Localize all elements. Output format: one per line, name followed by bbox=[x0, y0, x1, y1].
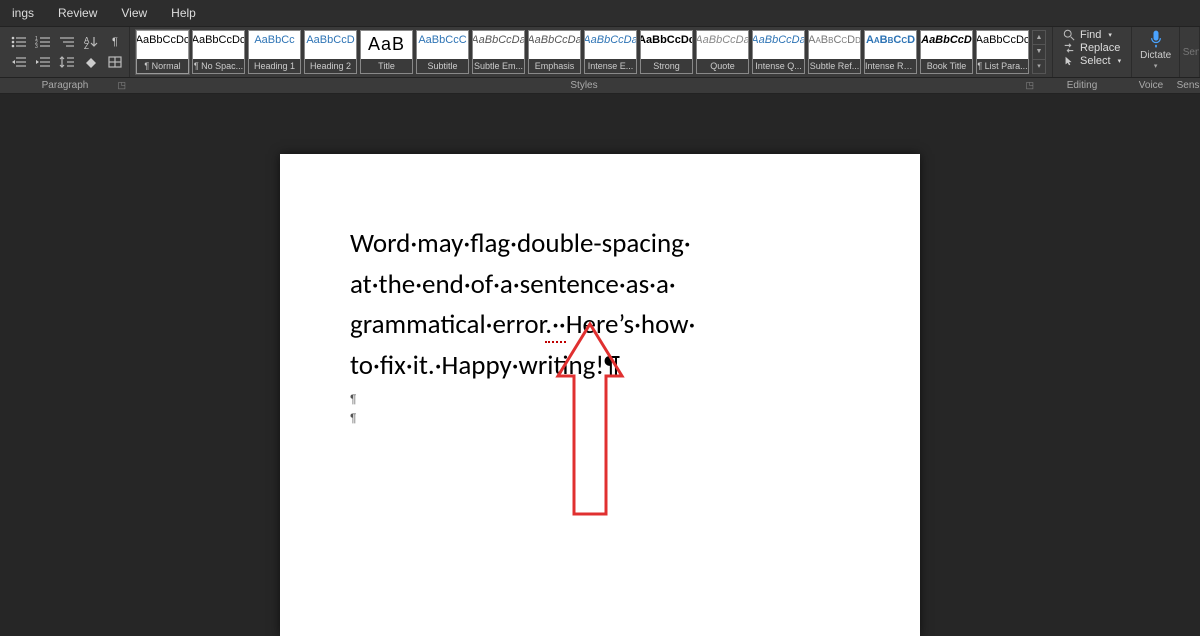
style-tile-heading-1[interactable]: AaBbCcHeading 1 bbox=[248, 30, 301, 74]
replace-button[interactable]: Replace bbox=[1061, 42, 1123, 54]
svg-text:Z: Z bbox=[84, 42, 89, 49]
grammar-error-underline[interactable]: .·· bbox=[545, 308, 565, 343]
menu-bar: ings Review View Help bbox=[0, 0, 1200, 26]
styles-dialog-launcher[interactable]: ◳ bbox=[1025, 80, 1034, 91]
empty-paragraph-mark-2[interactable]: ¶ bbox=[350, 409, 860, 428]
shading-button[interactable] bbox=[82, 54, 100, 70]
style-tile-subtitle[interactable]: AaBbCcCSubtitle bbox=[416, 30, 469, 74]
sort-button[interactable]: AZ bbox=[82, 34, 100, 50]
gallery-up-icon[interactable]: ▲ bbox=[1033, 31, 1045, 45]
menu-item-mailings[interactable]: ings bbox=[0, 2, 46, 24]
style-tile-intense-e-[interactable]: AaBbCcDaIntense E... bbox=[584, 30, 637, 74]
voice-group-label: Voice bbox=[1139, 80, 1163, 91]
style-tile-book-title[interactable]: AaBbCcDBook Title bbox=[920, 30, 973, 74]
style-tile-subtle-em-[interactable]: AaBbCcDaSubtle Em... bbox=[472, 30, 525, 74]
group-editing: Find▾ Replace Select▾ bbox=[1053, 27, 1132, 77]
empty-paragraph-mark[interactable]: ¶ bbox=[350, 390, 860, 409]
decrease-indent-button[interactable] bbox=[10, 54, 28, 70]
document-page[interactable]: Word·may·flag·double-spacing· at·the·end… bbox=[280, 154, 920, 636]
microphone-icon bbox=[1146, 29, 1166, 49]
style-tile--no-spac-[interactable]: AaBbCcDc¶ No Spac... bbox=[192, 30, 245, 74]
svg-text:3: 3 bbox=[35, 44, 38, 49]
cursor-icon bbox=[1063, 55, 1075, 67]
group-voice: Dictate ▾ bbox=[1132, 27, 1180, 77]
style-tile--normal[interactable]: AaBbCcDc¶ Normal bbox=[136, 30, 189, 74]
group-sensitivity: Sen bbox=[1180, 27, 1200, 77]
gallery-more-icon[interactable]: ▾ bbox=[1033, 60, 1045, 73]
paragraph-dialog-launcher[interactable]: ◳ bbox=[117, 80, 126, 91]
styles-group-label: Styles bbox=[570, 80, 597, 91]
select-button[interactable]: Select▾ bbox=[1061, 55, 1123, 67]
style-tile-intense-q-[interactable]: AaBbCcDaIntense Q... bbox=[752, 30, 805, 74]
group-styles: AaBbCcDc¶ NormalAaBbCcDc¶ No Spac...AaBb… bbox=[130, 27, 1053, 77]
increase-indent-button[interactable] bbox=[34, 54, 52, 70]
document-body-text[interactable]: Word·may·flag·double-spacing· at·the·end… bbox=[350, 224, 860, 386]
style-tile-subtle-ref-[interactable]: AaBbCcDdSubtle Ref... bbox=[808, 30, 861, 74]
find-button[interactable]: Find▾ bbox=[1061, 29, 1123, 41]
sensitivity-button[interactable]: Sen bbox=[1183, 47, 1200, 58]
group-paragraph: 123 AZ ¶ bbox=[0, 27, 130, 77]
style-tile-heading-2[interactable]: AaBbCcDHeading 2 bbox=[304, 30, 357, 74]
numbering-button[interactable]: 123 bbox=[34, 34, 52, 50]
borders-button[interactable] bbox=[106, 54, 124, 70]
style-tile-strong[interactable]: AaBbCcDcStrong bbox=[640, 30, 693, 74]
gallery-down-icon[interactable]: ▼ bbox=[1033, 45, 1045, 59]
paragraph-group-label: Paragraph bbox=[42, 80, 89, 91]
ribbon-group-labels: Paragraph ◳ Styles ◳ Editing Voice Sens bbox=[0, 78, 1200, 94]
show-marks-button[interactable]: ¶ bbox=[106, 34, 124, 50]
line-spacing-button[interactable] bbox=[58, 54, 76, 70]
sens-group-label: Sens bbox=[1177, 80, 1200, 91]
style-tile-title[interactable]: AaBTitle bbox=[360, 30, 413, 74]
search-icon bbox=[1063, 29, 1075, 41]
bullets-button[interactable] bbox=[10, 34, 28, 50]
menu-item-review[interactable]: Review bbox=[46, 2, 109, 24]
style-tile--list-para-[interactable]: AaBbCcDc¶ List Para... bbox=[976, 30, 1029, 74]
replace-icon bbox=[1063, 42, 1075, 54]
styles-gallery: AaBbCcDc¶ NormalAaBbCcDc¶ No Spac...AaBb… bbox=[130, 27, 1052, 77]
styles-gallery-scroll[interactable]: ▲ ▼ ▾ bbox=[1032, 30, 1046, 74]
ribbon: 123 AZ ¶ bbox=[0, 26, 1200, 78]
multilevel-list-button[interactable] bbox=[58, 34, 76, 50]
menu-item-help[interactable]: Help bbox=[159, 2, 208, 24]
style-tile-quote[interactable]: AaBbCcDaQuote bbox=[696, 30, 749, 74]
document-area[interactable]: Word·may·flag·double-spacing· at·the·end… bbox=[0, 94, 1200, 636]
dictate-button[interactable]: Dictate ▾ bbox=[1132, 27, 1179, 72]
menu-item-view[interactable]: View bbox=[109, 2, 159, 24]
editing-group-label: Editing bbox=[1067, 80, 1098, 91]
style-tile-emphasis[interactable]: AaBbCcDaEmphasis bbox=[528, 30, 581, 74]
style-tile-intense-re-[interactable]: AaBbCcDIntense Re... bbox=[864, 30, 917, 74]
